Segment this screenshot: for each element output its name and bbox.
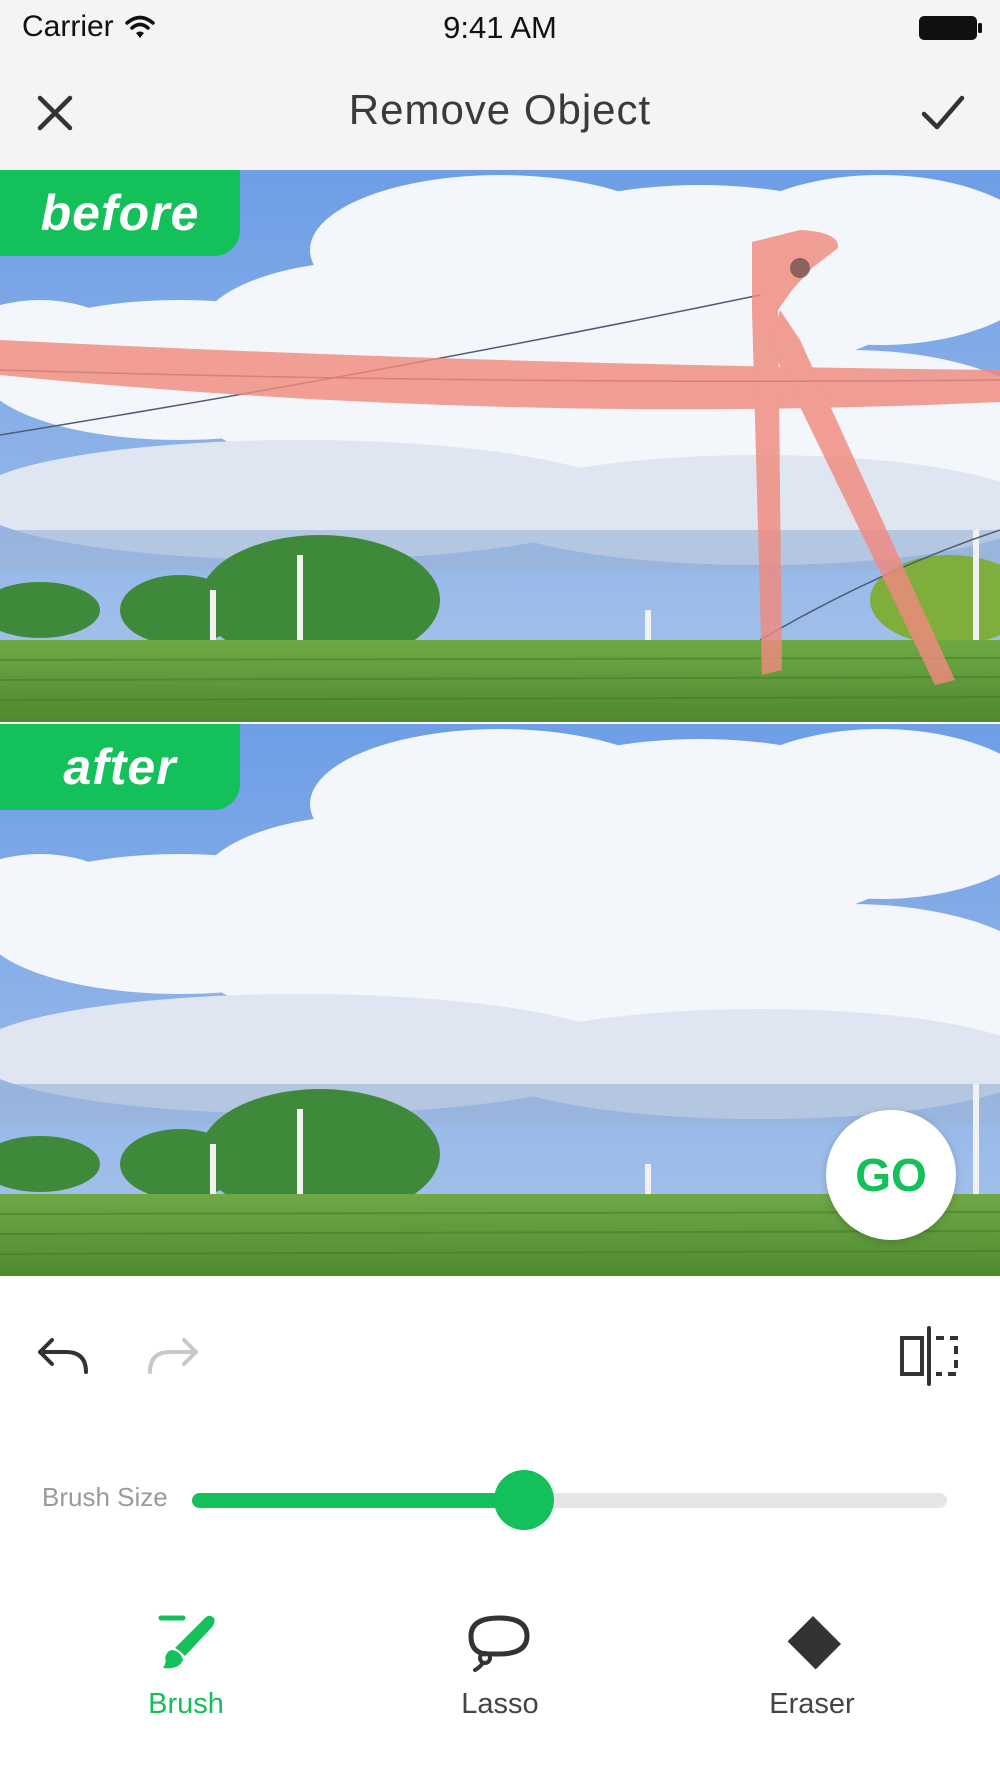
- compare-icon[interactable]: [898, 1326, 960, 1386]
- tab-eraser[interactable]: Eraser: [712, 1610, 912, 1750]
- after-tag: after: [0, 724, 240, 810]
- nav-bar: Remove Object: [0, 56, 1000, 170]
- tab-label: Lasso: [461, 1688, 539, 1720]
- brush-size-slider[interactable]: [192, 1470, 947, 1530]
- tool-tabs: Brush Lasso Eraser: [0, 1610, 1000, 1770]
- tab-lasso[interactable]: Lasso: [400, 1610, 600, 1750]
- tab-label: Eraser: [769, 1688, 855, 1720]
- undo-icon[interactable]: [36, 1332, 92, 1380]
- tab-label: Brush: [148, 1688, 224, 1720]
- brush-size-control: Brush Size: [0, 1460, 1000, 1540]
- page-title: Remove Object: [348, 86, 652, 133]
- brush-size-label: Brush Size: [42, 1482, 168, 1512]
- battery-icon: [918, 14, 984, 47]
- brush-icon: [158, 1615, 215, 1669]
- history-toolbar: [0, 1278, 1000, 1428]
- redo-icon[interactable]: [144, 1332, 200, 1380]
- slider-fill: [192, 1493, 525, 1508]
- clock: 9:41 AM: [443, 10, 557, 45]
- tab-brush[interactable]: Brush: [86, 1610, 286, 1750]
- checkmark-icon[interactable]: [918, 90, 968, 136]
- slider-thumb[interactable]: [494, 1470, 555, 1530]
- eraser-icon: [787, 1616, 841, 1670]
- go-button[interactable]: GO: [826, 1110, 956, 1240]
- before-image[interactable]: before: [0, 170, 1000, 722]
- before-tag: before: [0, 170, 240, 256]
- lasso-icon: [468, 1615, 530, 1672]
- status-bar: Carrier 9:41 AM: [0, 0, 1000, 56]
